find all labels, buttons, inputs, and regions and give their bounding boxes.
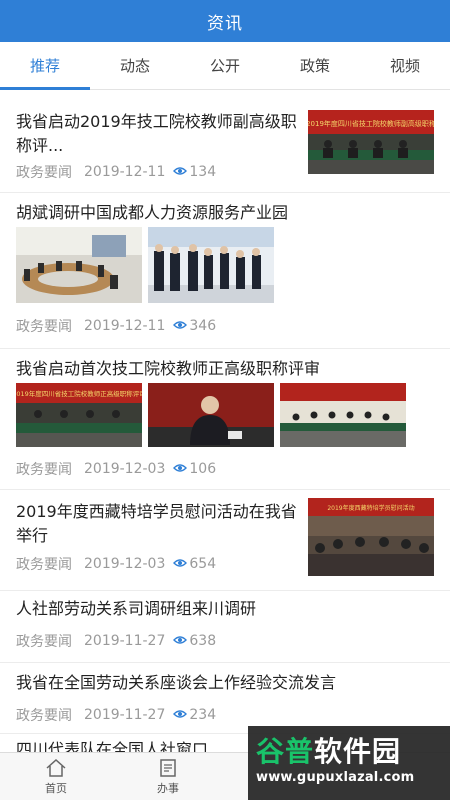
news-feed[interactable]: 我省启动2019年技工院校教师副高级职称评... 政务要闻 2019-12-11…: [0, 98, 450, 752]
news-views: 134: [189, 164, 217, 180]
news-title: 人社部劳动关系司调研组来川调研: [16, 599, 257, 618]
eye-icon: [173, 556, 188, 572]
news-date: 2019-12-11: [84, 318, 166, 334]
watermark-brand-green: 谷普: [256, 735, 315, 768]
eye-icon: [173, 633, 188, 649]
eye-icon: [173, 707, 188, 723]
news-meta: 政务要闻 2019-11-27 234: [16, 705, 216, 725]
news-date: 2019-12-03: [84, 556, 166, 572]
news-item[interactable]: 人社部劳动关系司调研组来川调研 政务要闻 2019-11-27 638: [0, 591, 450, 662]
tab-public[interactable]: 公开: [180, 42, 270, 89]
nav-services-label: 办事: [157, 781, 179, 795]
gallery-image[interactable]: 2019年度四川省技工院校教师正高级职称评审: [12, 383, 146, 447]
nav-home-label: 首页: [45, 781, 67, 795]
news-category: 政务要闻: [16, 557, 72, 573]
news-meta: 政务要闻 2019-12-11 134: [16, 162, 216, 182]
news-title: 我省启动2019年技工院校教师副高级职称评...: [16, 112, 297, 155]
news-thumbnail[interactable]: 2019年度西藏特培学员慰问活动: [308, 498, 434, 576]
news-date: 2019-12-03: [84, 461, 166, 477]
news-title: 我省启动首次技工院校教师正高级职称评审: [16, 359, 321, 378]
news-title: 2019年度西藏特培学员慰问活动在我省举行: [16, 502, 297, 545]
image-gallery: 2019年度四川省技工院校教师正高级职称评审: [12, 383, 406, 447]
image-gallery: [16, 227, 274, 303]
watermark-url: www.gupuxlazal.com: [256, 770, 415, 785]
news-title: 胡斌调研中国成都人力资源服务产业园: [16, 203, 289, 222]
banner-text: 2019年度四川省技工院校教师正高级职称评审: [16, 389, 142, 398]
news-date: 2019-11-27: [84, 707, 166, 723]
news-title: 我省在全国劳动关系座谈会上作经验交流发言: [16, 673, 337, 692]
tab-news[interactable]: 动态: [90, 42, 180, 89]
app-header: 资讯: [0, 0, 450, 42]
news-category: 政务要闻: [16, 462, 72, 478]
news-category: 政务要闻: [16, 165, 72, 181]
news-meta: 政务要闻 2019-12-11 346: [16, 316, 216, 336]
banner-text: 2019年度四川省技工院校教师副高级职称: [308, 119, 434, 128]
home-icon: [45, 758, 67, 778]
tab-recommended[interactable]: 推荐: [0, 42, 90, 90]
category-tabs: 推荐 动态 公开 政策 视频: [0, 42, 450, 90]
news-meta: 政务要闻 2019-11-27 638: [16, 631, 216, 651]
news-date: 2019-12-11: [84, 164, 166, 180]
gallery-image[interactable]: [148, 383, 274, 447]
watermark-logo: 谷普软件园 www.gupuxlazal.com: [248, 726, 450, 800]
document-icon: [157, 758, 179, 778]
tab-policy[interactable]: 政策: [270, 42, 360, 89]
news-category: 政务要闻: [16, 634, 72, 650]
gallery-image[interactable]: [148, 227, 274, 303]
news-item[interactable]: 我省启动首次技工院校教师正高级职称评审 2019年度四川省技工院校教师正高级职称…: [0, 349, 450, 489]
gallery-image[interactable]: [16, 227, 142, 303]
nav-home[interactable]: 首页: [0, 753, 112, 800]
news-category: 政务要闻: [16, 708, 72, 724]
news-meta: 政务要闻 2019-12-03 106: [16, 459, 216, 479]
news-date: 2019-11-27: [84, 633, 166, 649]
news-item[interactable]: 我省在全国劳动关系座谈会上作经验交流发言 政务要闻 2019-11-27 234: [0, 663, 450, 733]
news-views: 638: [189, 633, 217, 649]
news-item[interactable]: 我省启动2019年技工院校教师副高级职称评... 政务要闻 2019-12-11…: [0, 98, 450, 192]
eye-icon: [173, 164, 188, 180]
gallery-image[interactable]: [280, 383, 406, 447]
news-meta: 政务要闻 2019-12-03 654: [16, 554, 216, 574]
news-category: 政务要闻: [16, 319, 72, 335]
banner-text: 2019年度西藏特培学员慰问活动: [327, 504, 414, 512]
news-views: 106: [189, 461, 217, 477]
news-item[interactable]: 2019年度西藏特培学员慰问活动在我省举行 政务要闻 2019-12-03 65…: [0, 490, 450, 590]
news-views: 654: [189, 556, 217, 572]
eye-icon: [173, 461, 188, 477]
page-title: 资讯: [207, 13, 243, 34]
nav-services[interactable]: 办事: [112, 753, 224, 800]
news-views: 346: [189, 318, 217, 334]
eye-icon: [173, 318, 188, 334]
news-thumbnail[interactable]: 2019年度四川省技工院校教师副高级职称: [308, 110, 434, 174]
tab-video[interactable]: 视频: [360, 42, 450, 89]
news-item[interactable]: 胡斌调研中国成都人力资源服务产业园 政务要闻 2019-12-11 346: [0, 193, 450, 348]
watermark-brand-white: 软件园: [314, 735, 402, 768]
news-views: 234: [189, 707, 217, 723]
